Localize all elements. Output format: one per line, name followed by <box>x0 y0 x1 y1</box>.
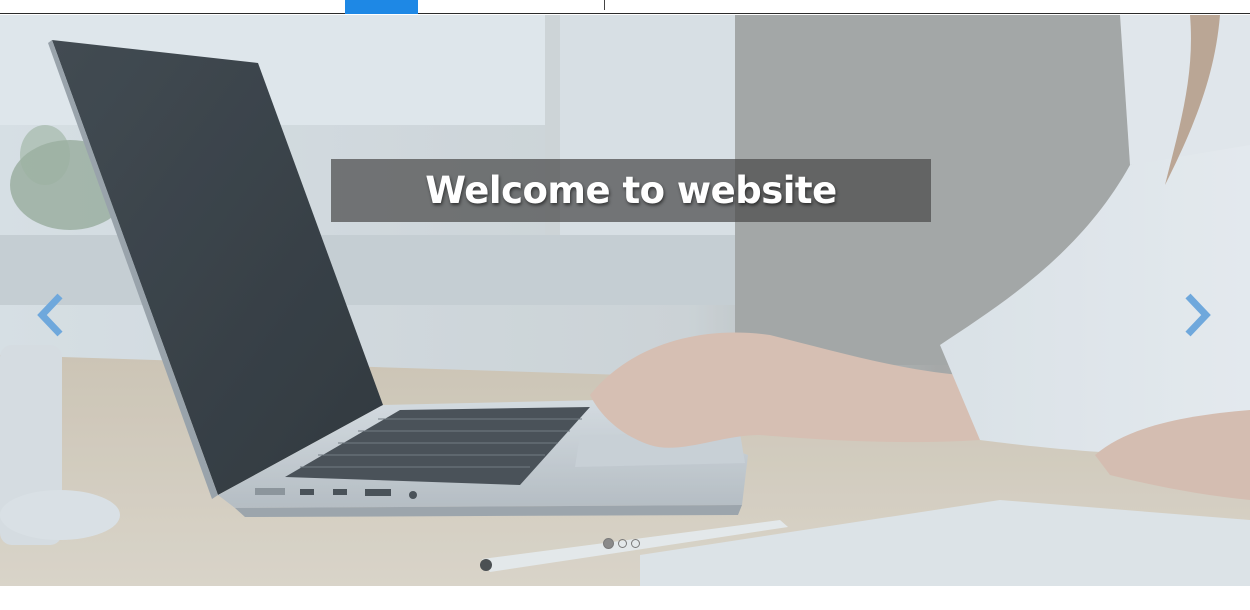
carousel-indicator-1[interactable] <box>603 538 614 549</box>
nav-divider <box>604 0 605 10</box>
carousel-indicator-2[interactable] <box>618 539 627 548</box>
carousel-indicators <box>603 538 640 549</box>
hero-caption-box: Welcome to website <box>331 159 931 222</box>
hero-overlay <box>0 15 1250 586</box>
chevron-left-icon <box>37 293 63 337</box>
carousel-prev-button[interactable] <box>36 290 68 340</box>
hero-caption-title: Welcome to website <box>425 169 837 212</box>
carousel-indicator-3[interactable] <box>631 539 640 548</box>
hero-carousel: Welcome to website <box>0 15 1250 586</box>
top-navigation <box>0 0 1250 14</box>
carousel-next-button[interactable] <box>1180 290 1212 340</box>
nav-item-active[interactable] <box>345 0 418 14</box>
chevron-right-icon <box>1185 293 1211 337</box>
